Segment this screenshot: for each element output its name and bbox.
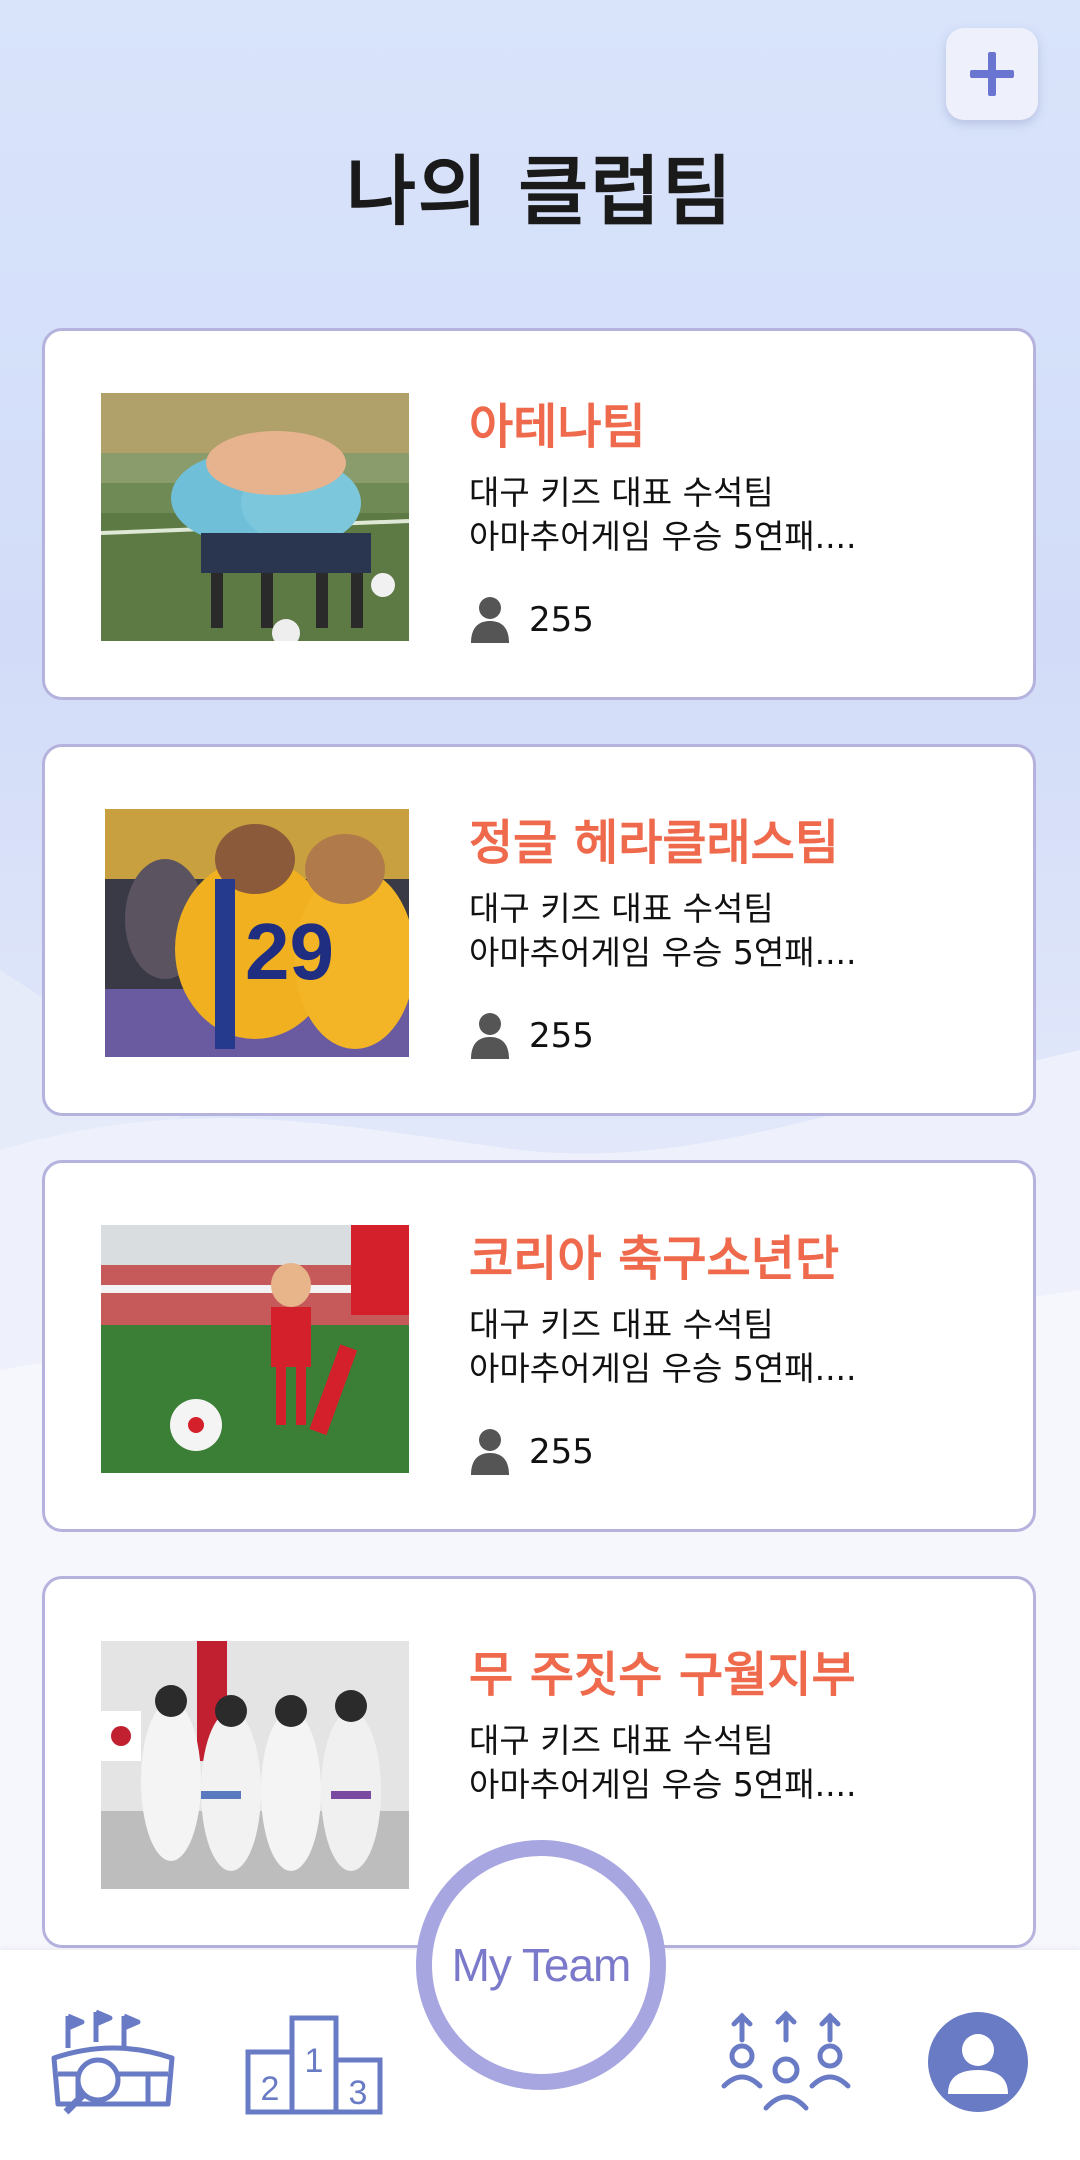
team-description: 대구 키즈 대표 수석팀 아마추어게임 우승 5연패.... [469,1303,857,1391]
team-description: 대구 키즈 대표 수석팀 아마추어게임 우승 5연패.... [469,887,857,975]
team-card[interactable]: 아테나팀 대구 키즈 대표 수석팀 아마추어게임 우승 5연패.... 255 [42,328,1036,700]
team-desc-line2: 아마추어게임 우승 5연패.... [469,517,857,556]
team-name: 코리아 축구소년단 [469,1231,839,1287]
team-desc-line2: 아마추어게임 우승 5연패.... [469,933,857,972]
member-count-row: 255 [469,1009,594,1063]
team-card[interactable]: 29 정글 헤라클래스팀 대구 키즈 대표 수석팀 아마추어게임 우승 5연패.… [42,744,1036,1116]
team-desc-line2: 아마추어게임 우승 5연패.... [469,1349,857,1388]
nav-members[interactable] [716,2010,856,2118]
page-title: 나의 클럽팀 [345,147,735,236]
team-description: 대구 키즈 대표 수석팀 아마추어게임 우승 5연패.... [469,1719,857,1807]
podium-icon: 2 1 3 [245,2015,383,2115]
team-card[interactable]: 코리아 축구소년단 대구 키즈 대표 수석팀 아마추어게임 우승 5연패....… [42,1160,1036,1532]
team-desc-line1: 대구 키즈 대표 수석팀 [469,1721,774,1760]
team-desc-line1: 대구 키즈 대표 수석팀 [469,889,774,928]
team-photo [101,1641,409,1889]
team-members-icon [721,2010,851,2111]
my-team-label: My Team [451,1939,632,1991]
my-team-button[interactable]: My Team [416,1840,666,2090]
svg-text:1: 1 [305,2042,324,2080]
team-name: 정글 헤라클래스팀 [469,815,839,871]
person-icon [471,597,509,643]
stadium-search-icon [51,2009,175,2115]
team-desc-line1: 대구 키즈 대표 수석팀 [469,473,774,512]
member-count: 255 [529,1432,594,1472]
nav-stadium[interactable] [48,2008,178,2122]
add-team-button[interactable] [946,28,1038,120]
plus-icon [970,52,1014,96]
member-count-row: 255 [469,593,594,647]
profile-icon [928,2012,1028,2112]
person-icon [471,1013,509,1059]
member-count: 255 [529,1016,594,1056]
team-desc-line1: 대구 키즈 대표 수석팀 [469,1305,774,1344]
member-count-row: 255 [469,1425,594,1479]
nav-ranking[interactable]: 2 1 3 [244,2012,384,2120]
team-desc-line2: 아마추어게임 우승 5연패.... [469,1765,857,1804]
svg-text:29: 29 [245,907,334,996]
member-count: 255 [529,600,594,640]
team-photo [101,1225,409,1473]
team-name: 무 주짓수 구월지부 [469,1647,856,1703]
team-name: 아테나팀 [469,399,646,455]
svg-text:3: 3 [349,2074,368,2112]
person-icon [471,1429,509,1475]
nav-profile[interactable] [928,2012,1028,2116]
svg-text:2: 2 [261,2070,280,2108]
team-photo [101,393,409,641]
team-description: 대구 키즈 대표 수석팀 아마추어게임 우승 5연패.... [469,471,857,559]
team-photo: 29 [105,809,409,1057]
